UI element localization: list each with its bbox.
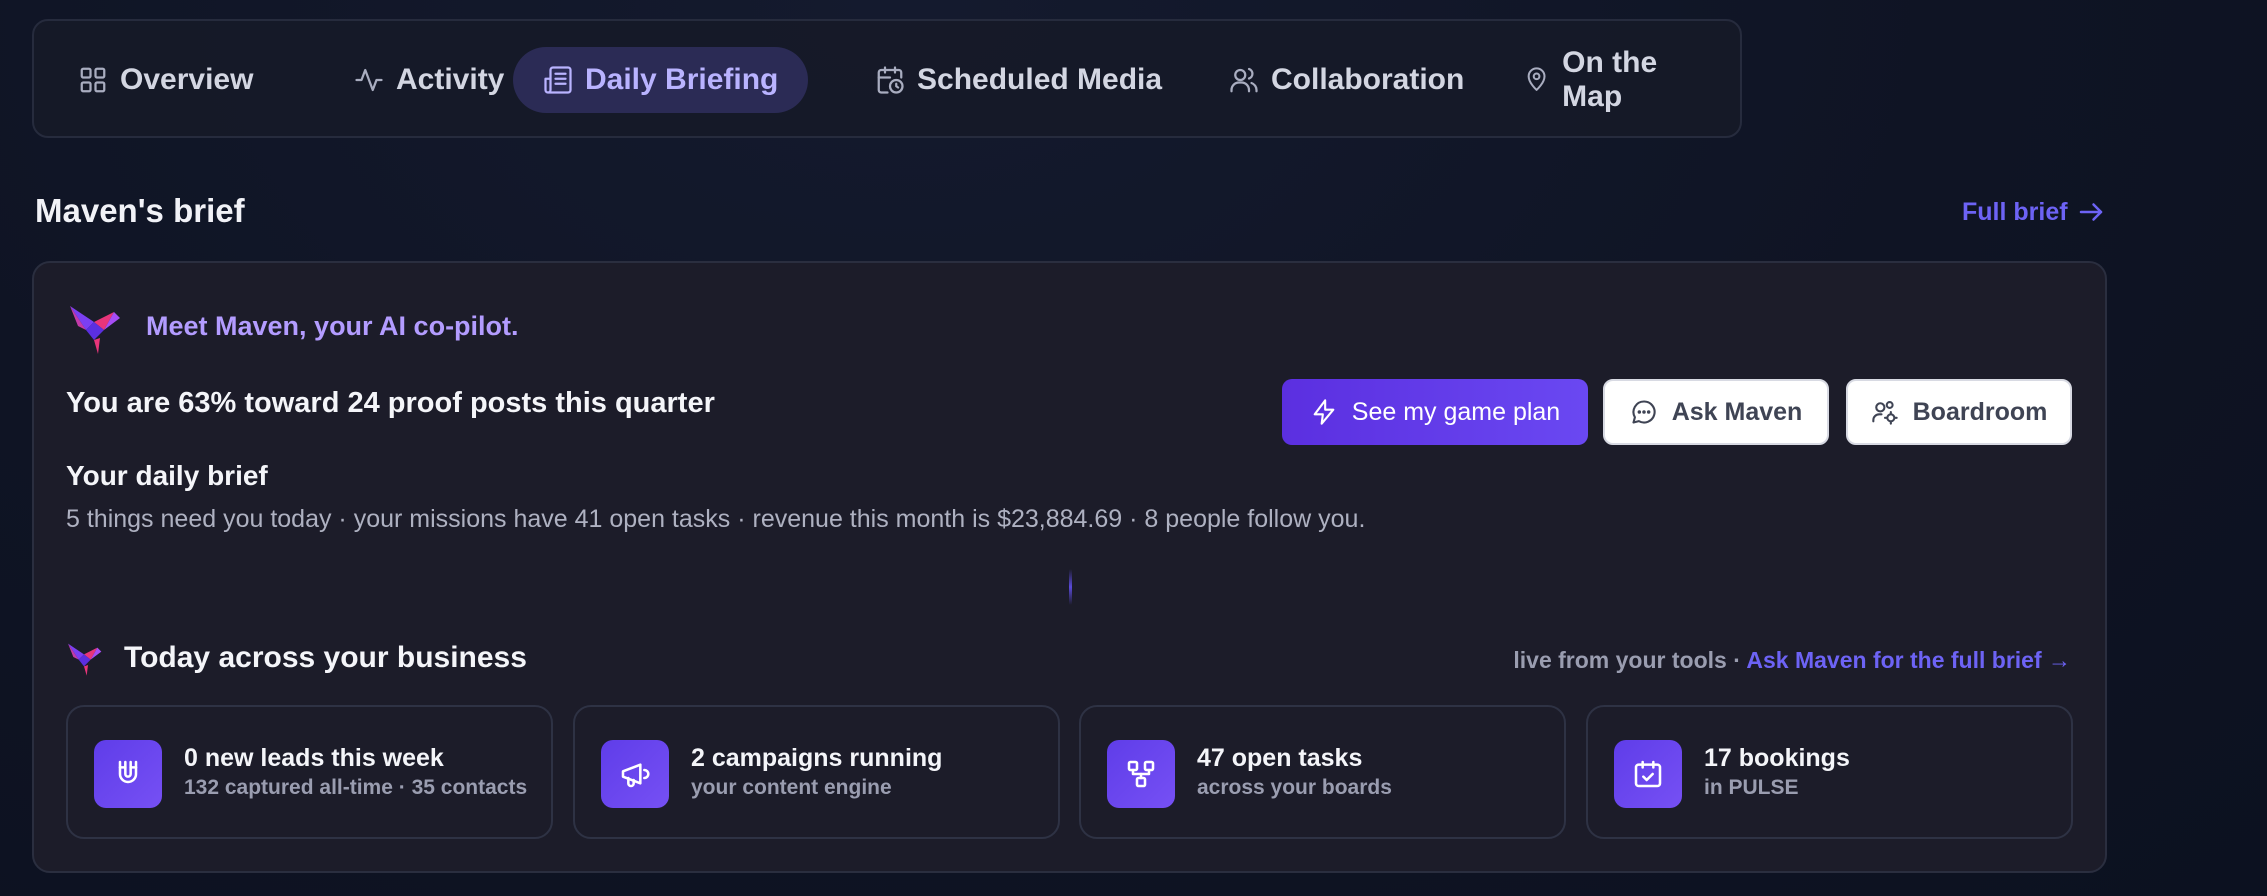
users-gear-icon [1871, 398, 1899, 426]
stat-value: 17 bookings [1704, 744, 1850, 772]
live-source-note: live from your tools · Ask Maven for the… [1513, 647, 2071, 674]
business-stats: 0 new leads this week 132 captured all-t… [66, 705, 2073, 839]
maven-bird-logo [64, 637, 104, 677]
arrow-right-icon [2076, 197, 2106, 227]
maven-brief-card: Meet Maven, your AI co-pilot. You are 63… [32, 261, 2107, 873]
tab-on-the-map[interactable]: On the Map [1493, 46, 1740, 113]
full-brief-link[interactable]: Full brief [1962, 197, 2106, 227]
live-prefix: live from your tools · [1513, 647, 1747, 673]
tab-label: Collaboration [1271, 63, 1465, 96]
maven-intro: Meet Maven, your AI co-pilot. [146, 311, 519, 341]
tab-label: Daily Briefing [585, 63, 779, 96]
magnet-icon [94, 740, 162, 808]
tab-activity[interactable]: Activity [324, 47, 534, 113]
tab-overview[interactable]: Overview [48, 47, 283, 113]
daily-brief-summary: 5 things need you today · your missions … [66, 505, 1366, 533]
activity-icon [354, 65, 384, 95]
tab-label: Overview [120, 63, 254, 96]
map-pin-icon [1523, 65, 1550, 95]
newspaper-icon [543, 65, 573, 95]
lightning-icon [1310, 398, 1338, 426]
megaphone-icon [601, 740, 669, 808]
calendar-clock-icon [875, 65, 905, 95]
button-label: Boardroom [1912, 397, 2048, 426]
ask-maven-full-brief-link[interactable]: Ask Maven for the full brief → [1746, 647, 2071, 673]
stat-card-leads[interactable]: 0 new leads this week 132 captured all-t… [66, 705, 553, 839]
tab-collaboration[interactable]: Collaboration [1199, 47, 1494, 113]
stat-card-tasks[interactable]: 47 open tasks across your boards [1079, 705, 1566, 839]
stat-card-bookings[interactable]: 17 bookings in PULSE [1586, 705, 2073, 839]
daily-brief-title: Your daily brief [66, 460, 268, 491]
chat-bubble-icon [1630, 398, 1658, 426]
button-label: See my game plan [1351, 397, 1561, 426]
users-icon [1229, 65, 1259, 95]
section-title: Maven's brief [35, 192, 245, 229]
stat-subtext: your content engine [691, 776, 892, 799]
stat-subtext: across your boards [1197, 776, 1392, 799]
quarterly-progress: You are 63% toward 24 proof posts this q… [66, 387, 715, 419]
stat-subtext: 132 captured all-time · 35 contacts [184, 776, 528, 799]
stat-value: 47 open tasks [1197, 744, 1363, 772]
tab-daily-briefing[interactable]: Daily Briefing [513, 47, 809, 113]
workflow-icon [1107, 740, 1175, 808]
tab-scheduled-media[interactable]: Scheduled Media [845, 47, 1192, 113]
tab-label: Scheduled Media [917, 63, 1163, 96]
stat-subtext: in PULSE [1704, 776, 1799, 799]
stat-card-campaigns[interactable]: 2 campaigns running your content engine [573, 705, 1060, 839]
stat-value: 2 campaigns running [691, 744, 943, 772]
ask-maven-button[interactable]: Ask Maven [1603, 379, 1829, 445]
see-game-plan-button[interactable]: See my game plan [1282, 379, 1588, 445]
tab-label: On the Map [1562, 46, 1658, 113]
calendar-check-icon [1614, 740, 1682, 808]
today-title: Today across your business [124, 641, 527, 674]
button-label: Ask Maven [1671, 397, 1803, 426]
boardroom-button[interactable]: Boardroom [1846, 379, 2072, 445]
view-tabs: Overview Activity Daily Briefing Schedul… [32, 19, 1742, 138]
stat-value: 0 new leads this week [184, 744, 444, 772]
divider [1069, 569, 1072, 605]
tab-label: Activity [396, 63, 505, 96]
grid-icon [78, 65, 108, 95]
maven-bird-logo [64, 296, 124, 356]
full-brief-label: Full brief [1962, 197, 2068, 226]
